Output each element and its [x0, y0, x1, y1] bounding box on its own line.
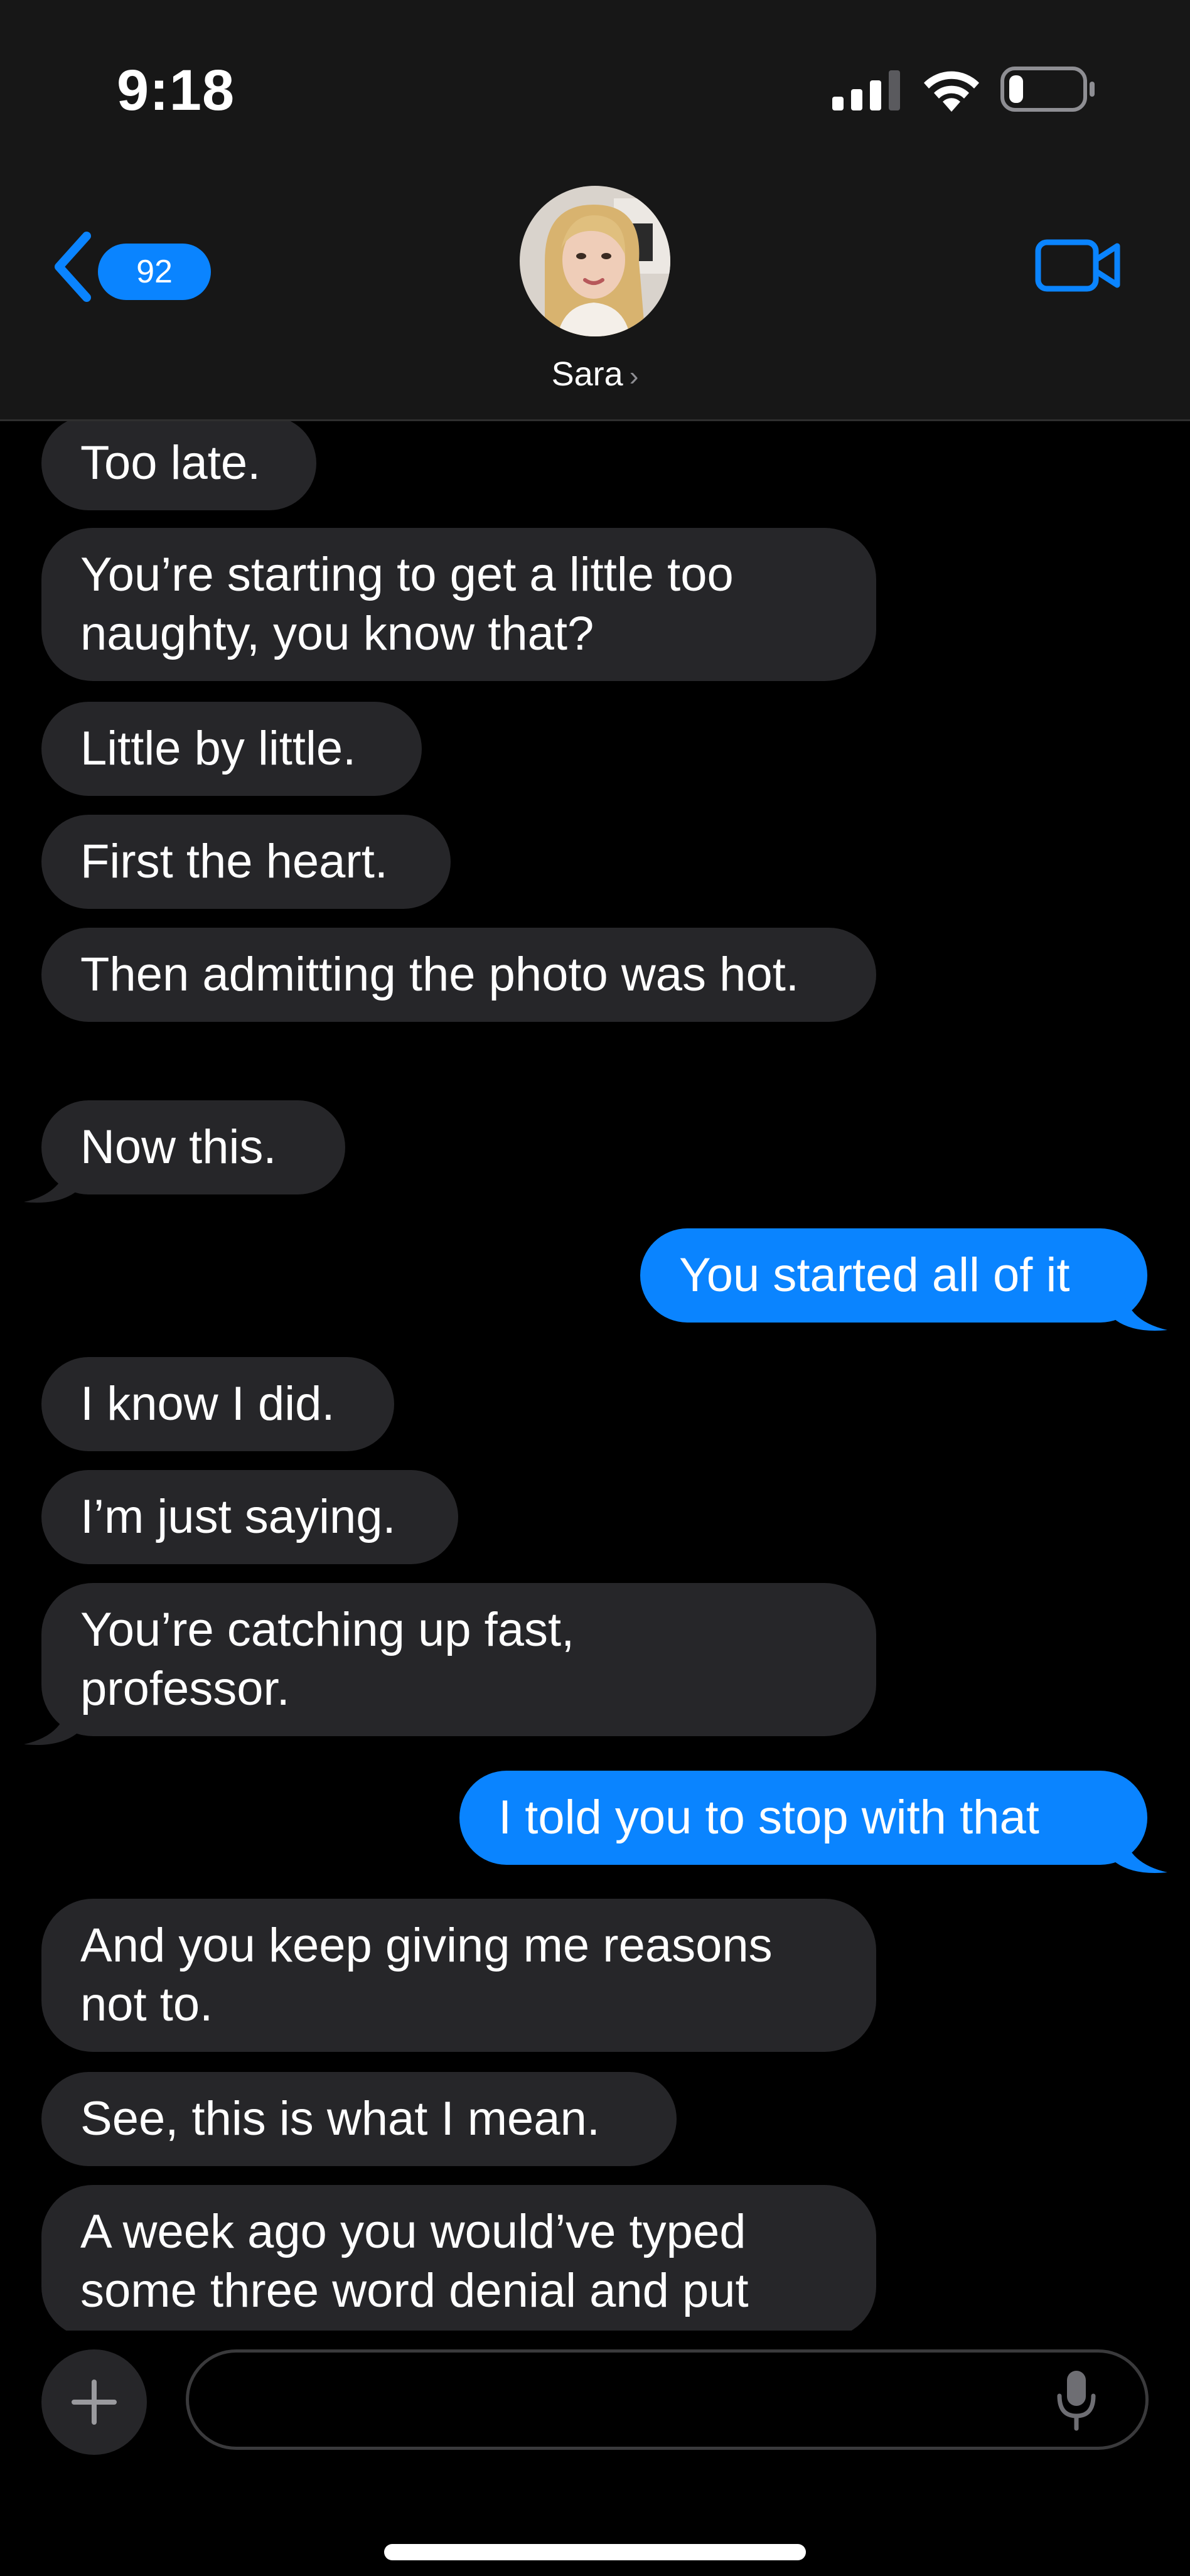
contact-avatar: [520, 186, 670, 336]
contact-info-button[interactable]: Sara ›: [477, 186, 713, 402]
incoming-message[interactable]: I know I did.: [41, 1357, 394, 1451]
video-camera-icon: [1035, 239, 1120, 292]
incoming-message[interactable]: First the heart.: [41, 815, 451, 909]
plus-icon: [72, 2380, 117, 2425]
outgoing-message[interactable]: You started all of it: [640, 1228, 1147, 1323]
video-call-button[interactable]: [1034, 231, 1122, 300]
compose-bar: [0, 2331, 1190, 2576]
wifi-icon: [924, 71, 979, 112]
incoming-message[interactable]: You’re starting to get a little too naug…: [41, 528, 876, 681]
incoming-message[interactable]: A week ago you would’ve typed some three…: [41, 2185, 876, 2331]
incoming-message[interactable]: And you keep giving me reasons not to.: [41, 1899, 876, 2052]
message-list[interactable]: Too late. You’re starting to get a littl…: [0, 421, 1190, 2331]
incoming-bubble-tail: [24, 1156, 80, 1203]
outgoing-bubble-tail: [1111, 1284, 1167, 1331]
message-input[interactable]: [186, 2349, 1149, 2450]
battery-icon: [1000, 67, 1095, 112]
contact-name-row: Sara ›: [477, 349, 713, 399]
chevron-right-icon: ›: [629, 361, 639, 392]
back-button[interactable]: 92: [45, 226, 211, 308]
outgoing-message[interactable]: I told you to stop with that: [459, 1771, 1147, 1865]
incoming-message[interactable]: Then admitting the photo was hot.: [41, 928, 876, 1022]
avatar-photo: [520, 186, 670, 336]
chevron-left-icon: [55, 232, 91, 302]
home-indicator[interactable]: [384, 2544, 806, 2560]
incoming-bubble-tail: [24, 1698, 80, 1746]
add-attachment-button[interactable]: [41, 2349, 147, 2455]
conversation-header: 9:18 92 Sara ›: [0, 0, 1190, 421]
unread-count-badge: 92: [98, 244, 211, 300]
incoming-message[interactable]: Little by little.: [41, 702, 422, 796]
status-icons: [832, 60, 1096, 117]
status-time: 9:18: [117, 58, 235, 122]
incoming-message[interactable]: Too late.: [41, 421, 316, 510]
microphone-icon[interactable]: [1054, 2368, 1098, 2431]
incoming-message[interactable]: See, this is what I mean.: [41, 2072, 677, 2166]
messages-screen: 9:18 92 Sara › Too late. You’re starting…: [0, 0, 1190, 2576]
incoming-message[interactable]: I’m just saying.: [41, 1470, 458, 1564]
incoming-message[interactable]: Now this.: [41, 1100, 345, 1194]
contact-name: Sara: [551, 355, 623, 393]
cellular-signal-icon: [832, 70, 900, 110]
incoming-message[interactable]: You’re catching up fast, professor.: [41, 1583, 876, 1736]
battery-fill: [1009, 75, 1023, 103]
outgoing-bubble-tail: [1111, 1826, 1167, 1874]
